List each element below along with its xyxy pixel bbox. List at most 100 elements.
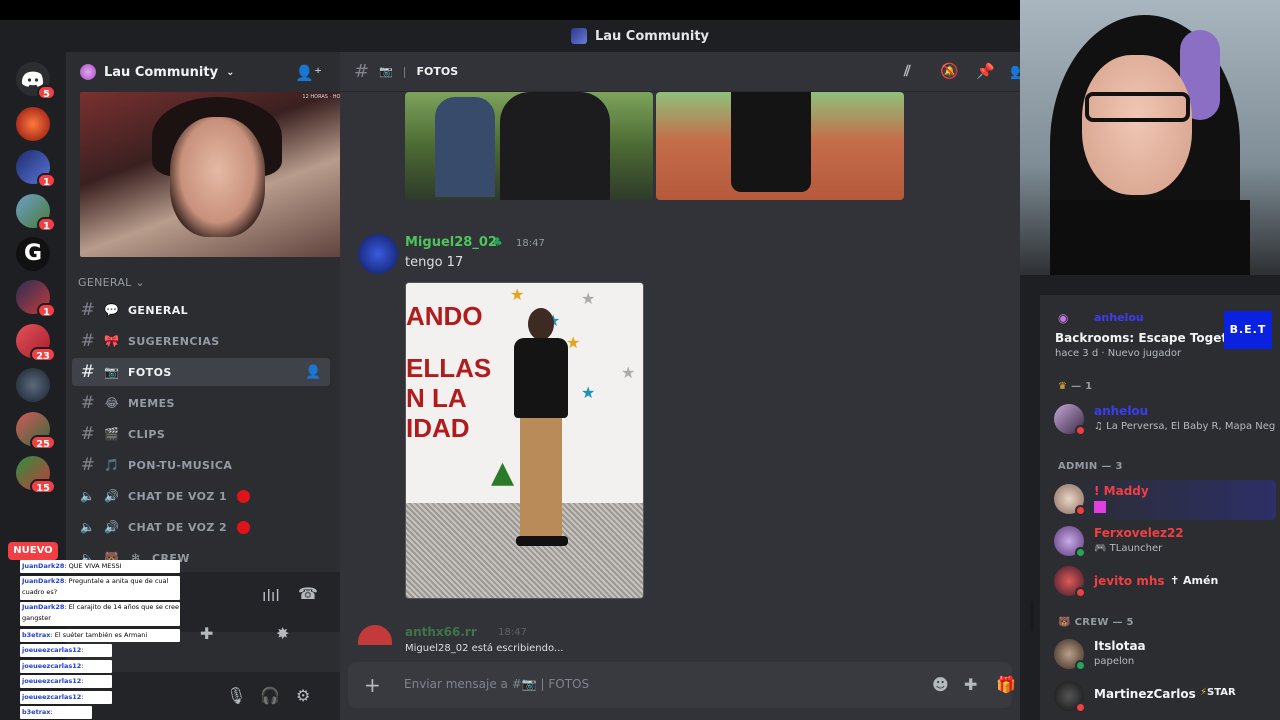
hash-icon: #	[80, 362, 96, 382]
stream-chat-line: JuanDark28: El carajito de 14 años que s…	[20, 602, 180, 626]
chat-area: # 📷 | FOTOS ⫽ 🔕 📌 👥 Miguel28_02 ♣ 18:47 …	[340, 52, 1034, 720]
channel-header: # 📷 | FOTOS ⫽ 🔕 📌 👥	[340, 52, 1029, 92]
member-item[interactable]: anhelou ♫ La Perversa, El Baby R, Mapa N…	[1054, 400, 1276, 440]
server-icon[interactable]: 23	[16, 324, 56, 362]
crown-icon: ♛	[1058, 381, 1068, 392]
channel-sugerencias[interactable]: # 🎀 SUGERENCIAS	[72, 327, 330, 355]
soundboard-rocket-icon[interactable]: ✸	[276, 624, 289, 643]
attachment-image[interactable]: ANDO ELLAS N LA IDAD ★ ★ ★ ★ ★ ★ ▲	[405, 282, 644, 599]
member-item[interactable]: jevito mhs ✝ Amén	[1054, 562, 1276, 602]
message-composer[interactable]: + Enviar mensaje a #📷 | FOTOS ☻ ✚ 🎁	[348, 662, 1016, 708]
person-pants	[520, 418, 562, 538]
add-attachment-icon[interactable]: +	[364, 673, 381, 697]
message-timestamp: 18:47	[498, 627, 527, 638]
server-header[interactable]: Lau Community ⌄ 👤⁺	[66, 52, 340, 92]
disconnect-icon[interactable]: ☎	[298, 584, 318, 603]
game-logo: B.E.T	[1224, 311, 1272, 349]
member-item[interactable]: MartinezCarlos ⚡STAR	[1054, 677, 1276, 717]
gift-icon[interactable]: 🎁	[996, 675, 1016, 694]
photo-wall-text: ELLAS	[406, 353, 492, 383]
status-online-icon	[1075, 547, 1086, 558]
stream-chat-line: joeueezcarlas12:	[20, 659, 112, 673]
server-icon	[80, 64, 96, 80]
scrollbar[interactable]	[1030, 601, 1034, 631]
webcam-face	[170, 117, 265, 237]
channel-emoji: 😂	[104, 396, 120, 410]
server-icon[interactable]: 25	[16, 412, 56, 450]
channel-fotos[interactable]: # 📷 FOTOS 👤	[72, 358, 330, 386]
message-author[interactable]: Miguel28_02	[405, 235, 497, 250]
status-dnd-icon	[1075, 505, 1086, 516]
webcam-clothing	[1050, 200, 1250, 275]
headphones-icon[interactable]: 🎧	[260, 686, 280, 705]
channel-pon-tu-musica[interactable]: # 🎵 PON-TU-MUSICA	[72, 451, 330, 479]
server-icon	[570, 28, 587, 44]
server-icon[interactable]: 1	[16, 194, 56, 232]
pin-icon[interactable]: 📌	[976, 62, 995, 80]
soundboard-icon[interactable]: ılıl	[262, 586, 280, 605]
status-emoji	[1094, 501, 1106, 513]
status-online-icon	[1075, 660, 1086, 671]
member-status: ♫ La Perversa, El Baby R, Mapa Neg	[1094, 421, 1276, 432]
stream-chat-line: joeueezcarlas12:	[20, 644, 112, 657]
apps-icon[interactable]: ✚	[964, 675, 977, 694]
channel-emoji: 🎬	[104, 427, 120, 441]
microphone-icon[interactable]: 🎙	[226, 686, 246, 705]
channel-label: GENERAL	[128, 303, 189, 317]
attachment-image[interactable]	[656, 92, 904, 200]
add-member-icon[interactable]: 👤	[305, 365, 322, 380]
server-icon[interactable]: 15	[16, 456, 56, 494]
activity-game: Backrooms: Escape Together	[1055, 331, 1250, 345]
role-label: CREW — 5	[1074, 617, 1134, 628]
avatar[interactable]	[358, 625, 392, 645]
channel-clips[interactable]: # 🎬 CLIPS	[72, 420, 330, 448]
hash-icon: #	[80, 455, 96, 475]
channel-label: CLIPS	[128, 427, 166, 441]
attachment-image[interactable]	[405, 92, 653, 200]
voice-channel-1[interactable]: 🔈 🔊 CHAT DE VOZ 1	[72, 482, 330, 510]
category-general[interactable]: GENERAL ⌄	[78, 276, 145, 289]
channel-label: PON-TU-MUSICA	[128, 458, 233, 472]
server-icon[interactable]: 1	[16, 150, 56, 188]
channel-memes[interactable]: # 😂 MEMES	[72, 389, 330, 417]
streamer-webcam-right	[1020, 0, 1280, 275]
discord-home-icon[interactable]: 5	[16, 62, 56, 100]
emoji-icon[interactable]: ☻	[932, 675, 949, 694]
member-item[interactable]: Itslotaa papelon	[1054, 635, 1276, 675]
camera-emoji: 📷	[379, 65, 393, 78]
member-status	[1094, 501, 1276, 516]
member-item[interactable]: ! Maddy	[1054, 480, 1276, 520]
threads-icon[interactable]: ⫽	[904, 62, 911, 80]
mute-bell-icon[interactable]: 🔕	[940, 62, 959, 80]
channel-general[interactable]: # 💬 GENERAL	[72, 296, 330, 324]
message-author[interactable]: anthx66.rr	[405, 625, 477, 639]
photo-wall-text: N LA	[406, 383, 467, 413]
activities-icon[interactable]: ✚	[200, 624, 213, 643]
member-name: MartinezCarlos	[1094, 687, 1196, 701]
member-status: papelon	[1094, 656, 1135, 667]
hash-icon: #	[80, 424, 96, 444]
channel-emoji: 🔊	[104, 520, 120, 534]
member-name: Ferxovelez22	[1094, 526, 1184, 540]
voice-channel-2[interactable]: 🔈 🔊 CHAT DE VOZ 2	[72, 513, 330, 541]
invite-icon[interactable]: 👤⁺	[295, 64, 322, 82]
server-icon[interactable]: 1	[16, 280, 56, 318]
server-icon[interactable]	[16, 368, 50, 402]
mention-badge: 5	[37, 85, 56, 100]
role-label: — 1	[1071, 381, 1093, 392]
photo-figure	[435, 97, 495, 197]
channel-emoji: 💬	[104, 303, 120, 317]
server-icon[interactable]	[16, 107, 50, 141]
avatar	[1054, 404, 1086, 436]
member-tag: ⚡STAR	[1200, 687, 1236, 698]
avatar[interactable]	[358, 234, 398, 274]
stream-chat-line: joeueezcarlas12:	[20, 675, 112, 688]
avatar	[1054, 681, 1086, 713]
hash-icon: #	[354, 61, 370, 82]
settings-gear-icon[interactable]: ⚙	[296, 686, 310, 705]
activity-card[interactable]: ◉ anhelou Backrooms: Escape Together hac…	[1048, 301, 1272, 363]
photo-figure	[731, 92, 811, 192]
member-item[interactable]: Ferxovelez22 🎮 TLauncher	[1054, 522, 1276, 562]
server-icon-g[interactable]: G	[16, 237, 50, 271]
message-text: tengo 17	[405, 255, 464, 270]
